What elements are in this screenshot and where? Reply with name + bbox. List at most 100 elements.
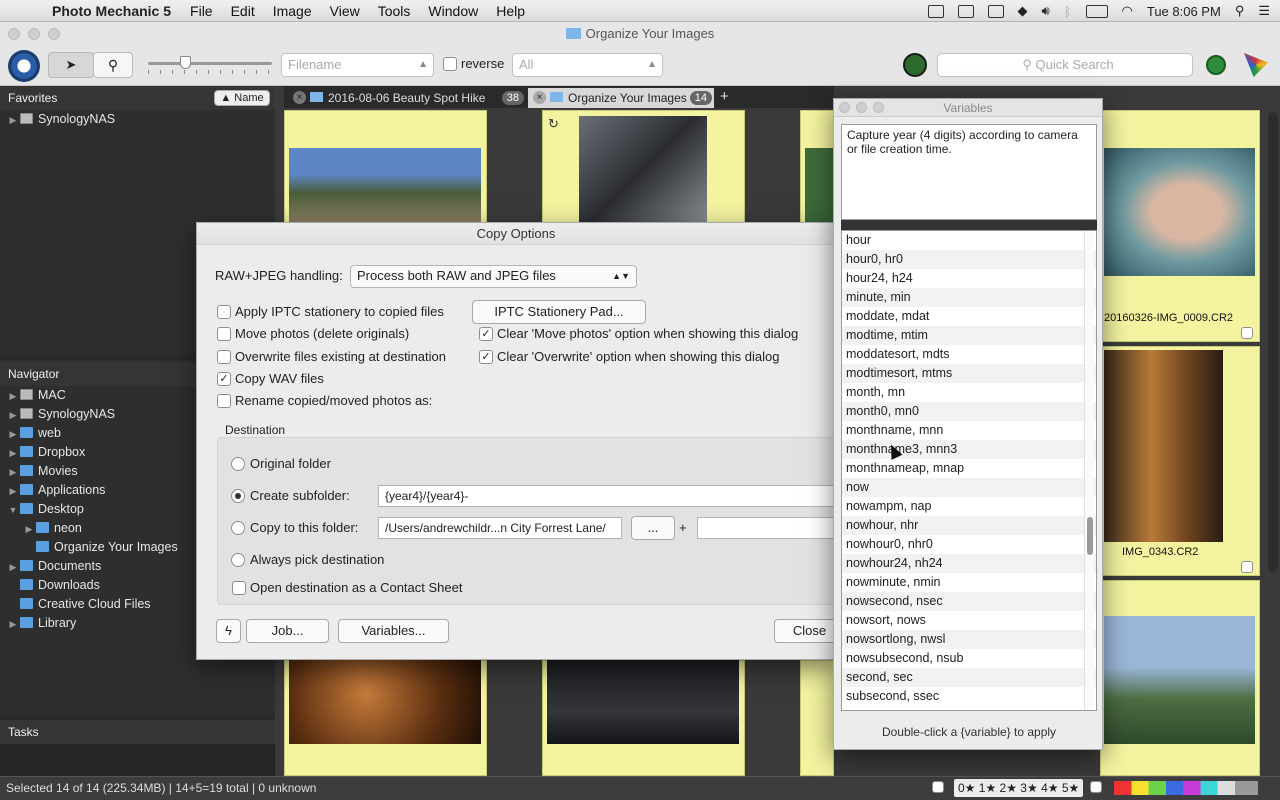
- thumbnail-select-checkbox[interactable]: [1241, 561, 1253, 573]
- navigator-item[interactable]: ▶ Dropbox: [6, 443, 86, 463]
- subfolder-input[interactable]: {year4}/{year4}-: [378, 485, 837, 507]
- clear-move-checkbox[interactable]: ✓: [479, 327, 493, 341]
- disclosure-triangle-icon[interactable]: ▶: [22, 520, 36, 539]
- variable-item[interactable]: subsecond, ssec: [842, 687, 1096, 706]
- zoom-tool-button[interactable]: ⚲: [93, 52, 133, 78]
- variable-item[interactable]: month0, mn0: [842, 402, 1096, 421]
- select-tool-button[interactable]: ➤: [48, 52, 94, 78]
- close-tab-icon[interactable]: ×: [533, 91, 546, 104]
- variable-item[interactable]: second, sec: [842, 668, 1096, 687]
- menu-view[interactable]: View: [321, 3, 369, 19]
- close-tab-icon[interactable]: ×: [293, 91, 306, 104]
- disclosure-triangle-icon[interactable]: ▶: [6, 406, 20, 425]
- clear-overwrite-checkbox[interactable]: ✓: [479, 350, 493, 364]
- create-subfolder-radio[interactable]: [231, 489, 245, 503]
- menu-image[interactable]: Image: [264, 3, 321, 19]
- variable-item[interactable]: now: [842, 478, 1096, 497]
- variable-item[interactable]: minute, min: [842, 288, 1096, 307]
- contact-sheet-scrollbar[interactable]: [1268, 112, 1278, 572]
- variables-scrollbar[interactable]: [1084, 231, 1094, 710]
- variable-item[interactable]: moddate, mdat: [842, 307, 1096, 326]
- menu-edit[interactable]: Edit: [222, 3, 264, 19]
- overwrite-checkbox[interactable]: [217, 350, 231, 364]
- navigator-item[interactable]: ▶ SynologyNAS: [6, 405, 116, 425]
- minimize-window-button[interactable]: [28, 28, 40, 40]
- copy-to-folder-radio[interactable]: [231, 521, 245, 535]
- variable-item[interactable]: hour: [842, 231, 1096, 250]
- variable-item[interactable]: nowminute, nmin: [842, 573, 1096, 592]
- variable-item[interactable]: modtimesort, mtms: [842, 364, 1096, 383]
- variable-item[interactable]: nowsecond, nsec: [842, 592, 1096, 611]
- navigator-item[interactable]: ▶ web: [6, 424, 61, 443]
- menu-help[interactable]: Help: [487, 3, 534, 19]
- variable-item[interactable]: moddatesort, mdts: [842, 345, 1096, 364]
- thumbnail-photo[interactable]: [805, 148, 834, 223]
- spotlight-icon[interactable]: ⚲: [1235, 3, 1245, 19]
- variable-item[interactable]: month, mn: [842, 383, 1096, 402]
- volume-icon[interactable]: 🔊︎: [1042, 3, 1050, 19]
- disclosure-triangle-icon[interactable]: ▶: [6, 558, 20, 577]
- bluetooth-icon[interactable]: ᛒ: [1064, 4, 1072, 19]
- navigator-item[interactable]: Creative Cloud Files: [6, 595, 151, 614]
- menu-tools[interactable]: Tools: [369, 3, 420, 19]
- rating-filter-checkbox[interactable]: [932, 781, 944, 793]
- color-class-filter[interactable]: [1114, 781, 1258, 795]
- disclosure-triangle-icon[interactable]: ▶: [6, 111, 20, 130]
- variable-item[interactable]: hour0, hr0: [842, 250, 1096, 269]
- variable-item[interactable]: nowampm, nap: [842, 497, 1096, 516]
- notification-center-icon[interactable]: ☰: [1258, 3, 1270, 19]
- wifi-icon[interactable]: ◠: [1122, 3, 1133, 19]
- zoom-panel-button[interactable]: [873, 102, 884, 113]
- variable-item[interactable]: monthnameap, mnap: [842, 459, 1096, 478]
- open-contact-sheet-checkbox[interactable]: [232, 581, 246, 595]
- thumbnail-photo[interactable]: [289, 148, 481, 223]
- settings-gear-icon[interactable]: [8, 50, 40, 82]
- zoom-window-button[interactable]: [48, 28, 60, 40]
- thumbnail-photo[interactable]: [547, 660, 739, 744]
- original-folder-radio[interactable]: [231, 457, 245, 471]
- camera-icon[interactable]: [987, 4, 1004, 18]
- browse-folder-button[interactable]: ...: [631, 516, 675, 540]
- tab-organize-your-images[interactable]: × Organize Your Images 14: [528, 88, 714, 108]
- favorite-synologynas[interactable]: ▶ SynologyNAS: [6, 110, 116, 130]
- panel-splitter[interactable]: [841, 220, 1097, 230]
- variable-item[interactable]: nowsubsecond, nsub: [842, 649, 1096, 668]
- variables-button[interactable]: Variables...: [338, 619, 449, 643]
- always-pick-radio[interactable]: [231, 553, 245, 567]
- slider-thumb[interactable]: [180, 56, 191, 69]
- thumbnail-cell[interactable]: [800, 660, 834, 776]
- variable-item[interactable]: nowhour0, nhr0: [842, 535, 1096, 554]
- disclosure-triangle-icon[interactable]: ▶: [6, 444, 20, 463]
- close-window-button[interactable]: [8, 28, 20, 40]
- navigator-item[interactable]: Organize Your Images: [22, 538, 178, 557]
- sort-by-name-button[interactable]: ▲ Name: [214, 90, 270, 106]
- navigator-item[interactable]: ▶ MAC: [6, 386, 66, 405]
- run-action-button[interactable]: ϟ: [216, 619, 241, 643]
- thumbnail-photo[interactable]: [1104, 616, 1255, 744]
- variable-item[interactable]: nowhour, nhr: [842, 516, 1096, 535]
- variable-item[interactable]: nowsortlong, nwsl: [842, 630, 1096, 649]
- close-panel-button[interactable]: [839, 102, 850, 113]
- job-button[interactable]: Job...: [246, 619, 329, 643]
- dropbox-icon[interactable]: ◆: [1018, 3, 1028, 19]
- variable-item[interactable]: hour24, h24: [842, 269, 1096, 288]
- iptc-stationery-button[interactable]: IPTC Stationery Pad...: [472, 300, 646, 324]
- thumbnail-select-checkbox[interactable]: [1241, 327, 1253, 339]
- disclosure-triangle-icon[interactable]: ▶: [6, 482, 20, 501]
- variable-item[interactable]: monthname3, mnn3: [842, 440, 1096, 459]
- thumbnail-photo[interactable]: [579, 116, 707, 224]
- navigator-item[interactable]: ▶ Applications: [6, 481, 106, 501]
- add-tab-button[interactable]: +: [720, 88, 729, 105]
- menu-window[interactable]: Window: [419, 3, 487, 19]
- variable-item[interactable]: monthname, mnn: [842, 421, 1096, 440]
- move-photos-checkbox[interactable]: [217, 327, 231, 341]
- disclosure-triangle-icon[interactable]: ▶: [6, 387, 20, 406]
- menu-file[interactable]: File: [181, 3, 222, 19]
- variable-item[interactable]: nowhour24, nh24: [842, 554, 1096, 573]
- reverse-checkbox[interactable]: [443, 57, 457, 71]
- navigator-item[interactable]: Downloads: [6, 576, 100, 595]
- color-filter-checkbox[interactable]: [1090, 781, 1102, 793]
- battery-icon[interactable]: [1085, 4, 1108, 18]
- disclosure-triangle-icon[interactable]: ▶: [6, 463, 20, 482]
- raw-jpeg-popup[interactable]: Process both RAW and JPEG files ▲▼: [350, 265, 637, 288]
